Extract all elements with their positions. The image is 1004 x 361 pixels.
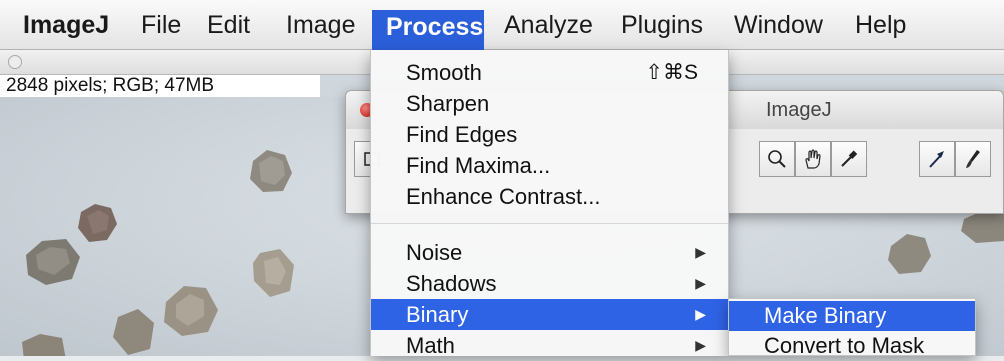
menu-item-shadows[interactable]: Shadows ▶ — [371, 268, 728, 299]
menu-item-find-edges[interactable]: Find Edges — [371, 119, 728, 150]
rock-image — [250, 150, 292, 192]
menu-item-binary[interactable]: Binary ▶ — [371, 299, 728, 330]
menu-window[interactable]: Window — [720, 8, 837, 48]
menu-edit[interactable]: Edit — [193, 8, 264, 48]
close-window-icon[interactable] — [8, 55, 22, 69]
rock-image — [113, 309, 154, 355]
menu-item-label: Sharpen — [406, 91, 490, 116]
menu-item-find-maxima[interactable]: Find Maxima... — [371, 150, 728, 181]
rock-image — [888, 234, 931, 274]
toolbar-window-title: ImageJ — [766, 99, 832, 121]
menu-process[interactable]: Process — [372, 10, 484, 50]
color-picker-tool-icon[interactable] — [831, 141, 867, 177]
menu-item-enhance-contrast[interactable]: Enhance Contrast... — [371, 181, 728, 212]
menu-item-sharpen[interactable]: Sharpen — [371, 88, 728, 119]
magnifier-tool-icon[interactable] — [759, 141, 795, 177]
submenu-arrow-icon: ▶ — [695, 306, 706, 322]
menu-item-label: Enhance Contrast... — [406, 184, 601, 209]
menu-item-smooth[interactable]: Smooth ⇧⌘S — [371, 57, 728, 88]
menu-item-label: Find Maxima... — [406, 153, 551, 178]
menu-plugins[interactable]: Plugins — [607, 8, 717, 48]
menu-item-math[interactable]: Math ▶ — [371, 330, 728, 361]
rock-image — [164, 286, 218, 336]
menu-item-label: Find Edges — [406, 122, 518, 147]
rock-image — [961, 211, 1004, 243]
rock-image — [253, 249, 294, 297]
shortcut-label: ⇧⌘S — [645, 61, 698, 84]
submenu-arrow-icon: ▶ — [695, 244, 706, 260]
brush-tool-icon[interactable] — [955, 141, 991, 177]
process-menu: Smooth ⇧⌘S Sharpen Find Edges Find Maxim… — [370, 50, 729, 358]
rock-image — [26, 239, 80, 285]
menu-image[interactable]: Image — [272, 8, 369, 48]
menu-imagej[interactable]: ImageJ — [9, 8, 123, 48]
hand-tool-icon[interactable] — [795, 141, 831, 177]
menu-item-label: Binary — [406, 302, 469, 327]
arrow-tool-icon[interactable] — [919, 141, 955, 177]
menu-separator — [371, 223, 728, 224]
submenu-item-make-binary[interactable]: Make Binary — [729, 301, 975, 331]
menu-analyze[interactable]: Analyze — [490, 8, 607, 48]
menu-item-label: Smooth — [406, 60, 482, 85]
menu-item-noise[interactable]: Noise ▶ — [371, 237, 728, 268]
menu-item-label: Math — [406, 333, 455, 358]
submenu-arrow-icon: ▶ — [695, 275, 706, 291]
menu-file[interactable]: File — [127, 8, 195, 48]
rock-image — [22, 334, 66, 356]
submenu-item-convert-to-mask[interactable]: Convert to Mask — [729, 331, 975, 355]
menu-item-label: Noise — [406, 240, 463, 265]
menu-help[interactable]: Help — [841, 8, 920, 48]
menu-bar: ImageJ File Edit Image Process Analyze P… — [0, 0, 1004, 50]
binary-submenu: Make Binary Convert to Mask — [728, 298, 976, 356]
image-info-label: 2848 pixels; RGB; 47MB — [0, 75, 320, 97]
menu-item-label: Shadows — [406, 271, 497, 296]
submenu-arrow-icon: ▶ — [695, 337, 706, 353]
